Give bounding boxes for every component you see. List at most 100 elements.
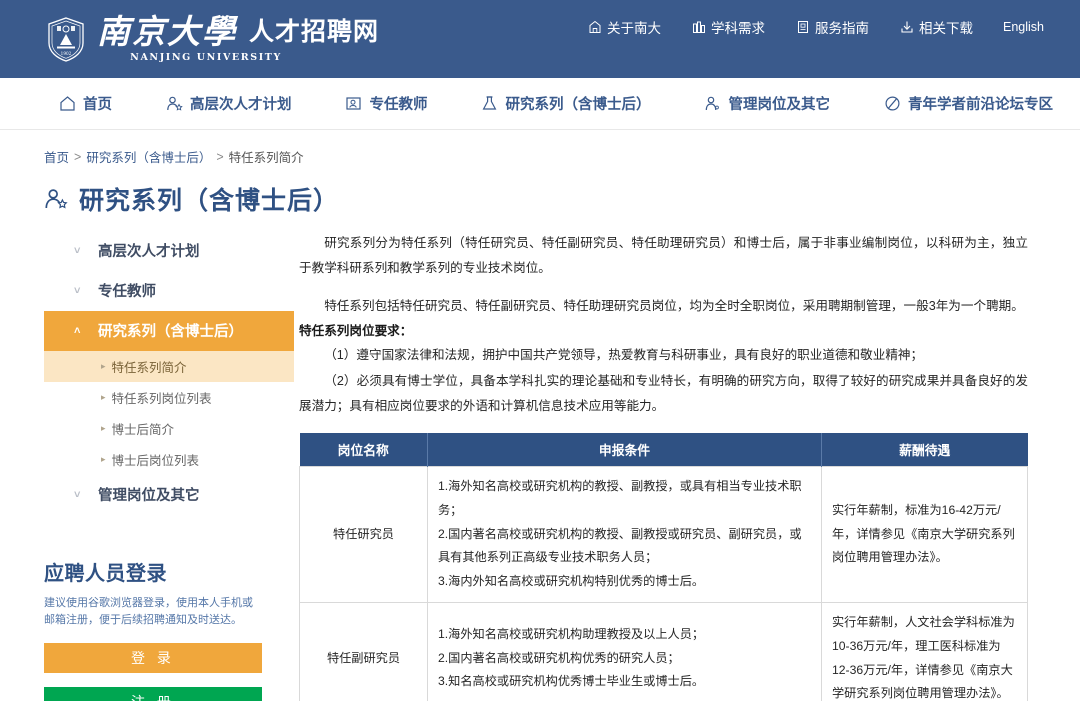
slash-circle-icon bbox=[883, 95, 901, 113]
sidebar-subitem-postdoc-post-list[interactable]: ▸ 博士后岗位列表 bbox=[44, 444, 294, 475]
column-header-requirements: 申报条件 bbox=[427, 433, 822, 467]
requirement-line: 1.海外知名高校或研究机构的教授、副教授，或具有相当专业技术职务； bbox=[438, 479, 802, 517]
sidebar-item-research-series[interactable]: ˄ 研究系列（含博士后） bbox=[44, 311, 294, 351]
cell-salary: 实行年薪制，标准为16-42万元/年，详情参见《南京大学研究系列岗位聘用管理办法… bbox=[821, 466, 1028, 603]
nav-item-management-posts[interactable]: 管理岗位及其它 bbox=[704, 93, 831, 114]
sidebar-subitem-label: 特任系列简介 bbox=[111, 361, 187, 375]
breadcrumb-item-home[interactable]: 首页 bbox=[44, 147, 69, 166]
sidebar-subitem-label: 特任系列岗位列表 bbox=[111, 392, 212, 406]
sidebar-item-full-time-teacher[interactable]: ˅ 专任教师 bbox=[44, 271, 294, 311]
sidebar-menu: ˅ 高层次人才计划 ˅ 专任教师 ˄ 研究系列（含博士后） ▸ 特任系列简介 ▸… bbox=[44, 231, 294, 515]
bullet-icon: ▸ bbox=[101, 361, 106, 371]
sidebar-group-management-posts: ˅ 管理岗位及其它 bbox=[44, 475, 294, 515]
sidebar-subitem-postdoc-intro[interactable]: ▸ 博士后简介 bbox=[44, 413, 294, 444]
campus-icon bbox=[587, 20, 602, 35]
top-nav-item-downloads[interactable]: 相关下载 bbox=[899, 17, 973, 37]
sidebar-group-research-series: ˄ 研究系列（含博士后） ▸ 特任系列简介 ▸ 特任系列岗位列表 ▸ 博士后简介 bbox=[44, 311, 294, 475]
page-title: 研究系列（含博士后） bbox=[44, 181, 1080, 217]
requirement-item-1: （1）遵守国家法律和法规，拥护中国共产党领导，热爱教育与科研事业，具有良好的职业… bbox=[324, 348, 924, 363]
site-header: 1902 南京大學 人才招聘网 NANJING UNIVERSITY 关于南大 bbox=[0, 0, 1080, 78]
top-nav-item-about[interactable]: 关于南大 bbox=[587, 17, 661, 37]
top-nav-item-disciplines[interactable]: 学科需求 bbox=[691, 17, 765, 37]
flask-icon bbox=[481, 95, 499, 113]
nav-item-young-scholars-forum[interactable]: 青年学者前沿论坛专区 bbox=[883, 93, 1053, 114]
login-button[interactable]: 登 录 bbox=[44, 643, 262, 674]
top-nav-label: 相关下载 bbox=[919, 21, 973, 36]
nanjing-university-crest-icon: 1902 bbox=[46, 16, 86, 62]
nav-item-full-time-teacher[interactable]: 专任教师 bbox=[345, 93, 428, 114]
login-panel-description: 建议使用谷歌浏览器登录，使用本人手机或邮箱注册，便于后续招聘通知及时送达。 bbox=[44, 597, 253, 627]
breadcrumb-item-current: 特任系列简介 bbox=[228, 151, 304, 165]
sidebar-subitem-label: 博士后岗位列表 bbox=[111, 454, 200, 468]
sidebar-subitem-series-intro[interactable]: ▸ 特任系列简介 bbox=[44, 351, 294, 382]
table-header-row: 岗位名称 申报条件 薪酬待遇 bbox=[299, 433, 1028, 467]
top-nav-item-service-guide[interactable]: 服务指南 bbox=[795, 17, 869, 37]
sidebar-item-label: 高层次人才计划 bbox=[98, 244, 200, 260]
requirement-line: 2.国内著名高校或研究机构的教授、副教授或研究员、副研究员，或具有其他系列正高级… bbox=[438, 526, 802, 565]
login-panel: 应聘人员登录 建议使用谷歌浏览器登录，使用本人手机或邮箱注册，便于后续招聘通知及… bbox=[44, 557, 262, 701]
bullet-icon: ▸ bbox=[101, 392, 106, 402]
register-button[interactable]: 注 册 bbox=[44, 687, 262, 701]
books-icon bbox=[691, 20, 706, 35]
requirement-item-2: （2）必须具有博士学位，具备本学科扎实的理论基础和专业特长，有明确的研究方向，取… bbox=[299, 373, 1028, 413]
page-layout: ˅ 高层次人才计划 ˅ 专任教师 ˄ 研究系列（含博士后） ▸ 特任系列简介 ▸… bbox=[0, 231, 1080, 701]
nav-item-label: 首页 bbox=[83, 97, 112, 113]
sidebar-subitem-label: 博士后简介 bbox=[111, 423, 175, 437]
nav-item-label: 高层次人才计划 bbox=[190, 97, 292, 113]
nav-item-home[interactable]: 首页 bbox=[58, 93, 112, 114]
sidebar: ˅ 高层次人才计划 ˅ 专任教师 ˄ 研究系列（含博士后） ▸ 特任系列简介 ▸… bbox=[44, 231, 294, 701]
sidebar-subitem-series-post-list[interactable]: ▸ 特任系列岗位列表 bbox=[44, 382, 294, 413]
top-nav-label: 关于南大 bbox=[607, 21, 661, 36]
intro-paragraph-1: 研究系列分为特任系列（特任研究员、特任副研究员、特任助理研究员）和博士后，属于非… bbox=[299, 236, 1028, 276]
nav-item-research-series[interactable]: 研究系列（含博士后） bbox=[481, 93, 651, 114]
download-icon bbox=[899, 20, 914, 35]
nav-item-label: 青年学者前沿论坛专区 bbox=[908, 97, 1053, 113]
positions-table-head: 岗位名称 申报条件 薪酬待遇 bbox=[299, 433, 1028, 467]
brand-slogan: 人才招聘网 bbox=[249, 18, 380, 46]
login-panel-title: 应聘人员登录 bbox=[44, 563, 167, 585]
top-nav-item-english[interactable]: English bbox=[1003, 20, 1044, 34]
cell-salary: 实行年薪制，人文社会学科标准为10-36万元/年，理工医科标准为12-36万元/… bbox=[821, 601, 1028, 701]
top-nav-label: 服务指南 bbox=[815, 21, 869, 36]
cell-requirements: 1.海外知名高校或研究机构助理教授及以上人员； 2.国内著名高校或研究机构优秀的… bbox=[427, 601, 822, 701]
nav-item-label: 专任教师 bbox=[369, 97, 428, 113]
person-icon bbox=[704, 95, 722, 113]
primary-nav: 首页 高层次人才计划 专任教师 研究系列（含博士后） 管理岗位及其它 青年学者前… bbox=[0, 78, 1080, 130]
positions-table-body: 特任研究员 1.海外知名高校或研究机构的教授、副教授，或具有相当专业技术职务； … bbox=[299, 466, 1028, 701]
column-header-position-name: 岗位名称 bbox=[299, 433, 428, 467]
page-title-text: 研究系列（含博士后） bbox=[79, 187, 340, 215]
breadcrumb-separator: > bbox=[216, 149, 224, 164]
sidebar-item-high-level-talent[interactable]: ˅ 高层次人才计划 bbox=[44, 231, 294, 271]
person-star-icon bbox=[44, 187, 68, 211]
positions-table: 岗位名称 申报条件 薪酬待遇 特任研究员 1.海外知名高校或研究机构的教授、副教… bbox=[299, 433, 1028, 701]
chevron-down-icon: ˅ bbox=[74, 488, 81, 501]
cell-position-name: 特任副研究员 bbox=[299, 601, 428, 701]
nav-item-label: 管理岗位及其它 bbox=[728, 97, 831, 113]
breadcrumb-separator: > bbox=[74, 149, 82, 164]
cell-position-name: 特任研究员 bbox=[299, 466, 428, 603]
sidebar-group-high-level-talent: ˅ 高层次人才计划 bbox=[44, 231, 294, 271]
brand-university-name-en: NANJING UNIVERSITY bbox=[130, 52, 282, 63]
chevron-down-icon: ˅ bbox=[74, 284, 81, 297]
top-nav-label: 学科需求 bbox=[711, 21, 765, 36]
table-row: 特任研究员 1.海外知名高校或研究机构的教授、副教授，或具有相当专业技术职务； … bbox=[299, 466, 1028, 603]
sidebar-item-management-posts[interactable]: ˅ 管理岗位及其它 bbox=[44, 475, 294, 515]
breadcrumb: 首页 > 研究系列（含博士后） > 特任系列简介 bbox=[44, 147, 1080, 166]
nav-item-high-level-talent[interactable]: 高层次人才计划 bbox=[165, 93, 292, 114]
bullet-icon: ▸ bbox=[101, 454, 106, 464]
sidebar-item-label: 管理岗位及其它 bbox=[98, 488, 200, 504]
guide-book-icon bbox=[795, 20, 810, 35]
site-brand[interactable]: 1902 南京大學 人才招聘网 NANJING UNIVERSITY bbox=[46, 15, 379, 63]
utility-nav: 关于南大 学科需求 服务指南 相关下载 English bbox=[587, 17, 1044, 37]
chevron-up-icon: ˄ bbox=[74, 324, 81, 337]
home-icon bbox=[58, 95, 76, 113]
sidebar-group-full-time-teacher: ˅ 专任教师 bbox=[44, 271, 294, 311]
sidebar-item-label: 研究系列（含博士后） bbox=[98, 324, 243, 340]
svg-text:1902: 1902 bbox=[61, 51, 72, 56]
intro-paragraph-2: 特任系列包括特任研究员、特任副研究员、特任助理研究员岗位，均为全时全职岗位，采用… bbox=[324, 299, 1024, 314]
teacher-icon bbox=[345, 95, 363, 113]
breadcrumb-item-research-series[interactable]: 研究系列（含博士后） bbox=[86, 147, 211, 166]
table-row: 特任副研究员 1.海外知名高校或研究机构助理教授及以上人员； 2.国内著名高校或… bbox=[299, 601, 1028, 701]
requirement-line: 1.海外知名高校或研究机构助理教授及以上人员； bbox=[438, 626, 705, 641]
